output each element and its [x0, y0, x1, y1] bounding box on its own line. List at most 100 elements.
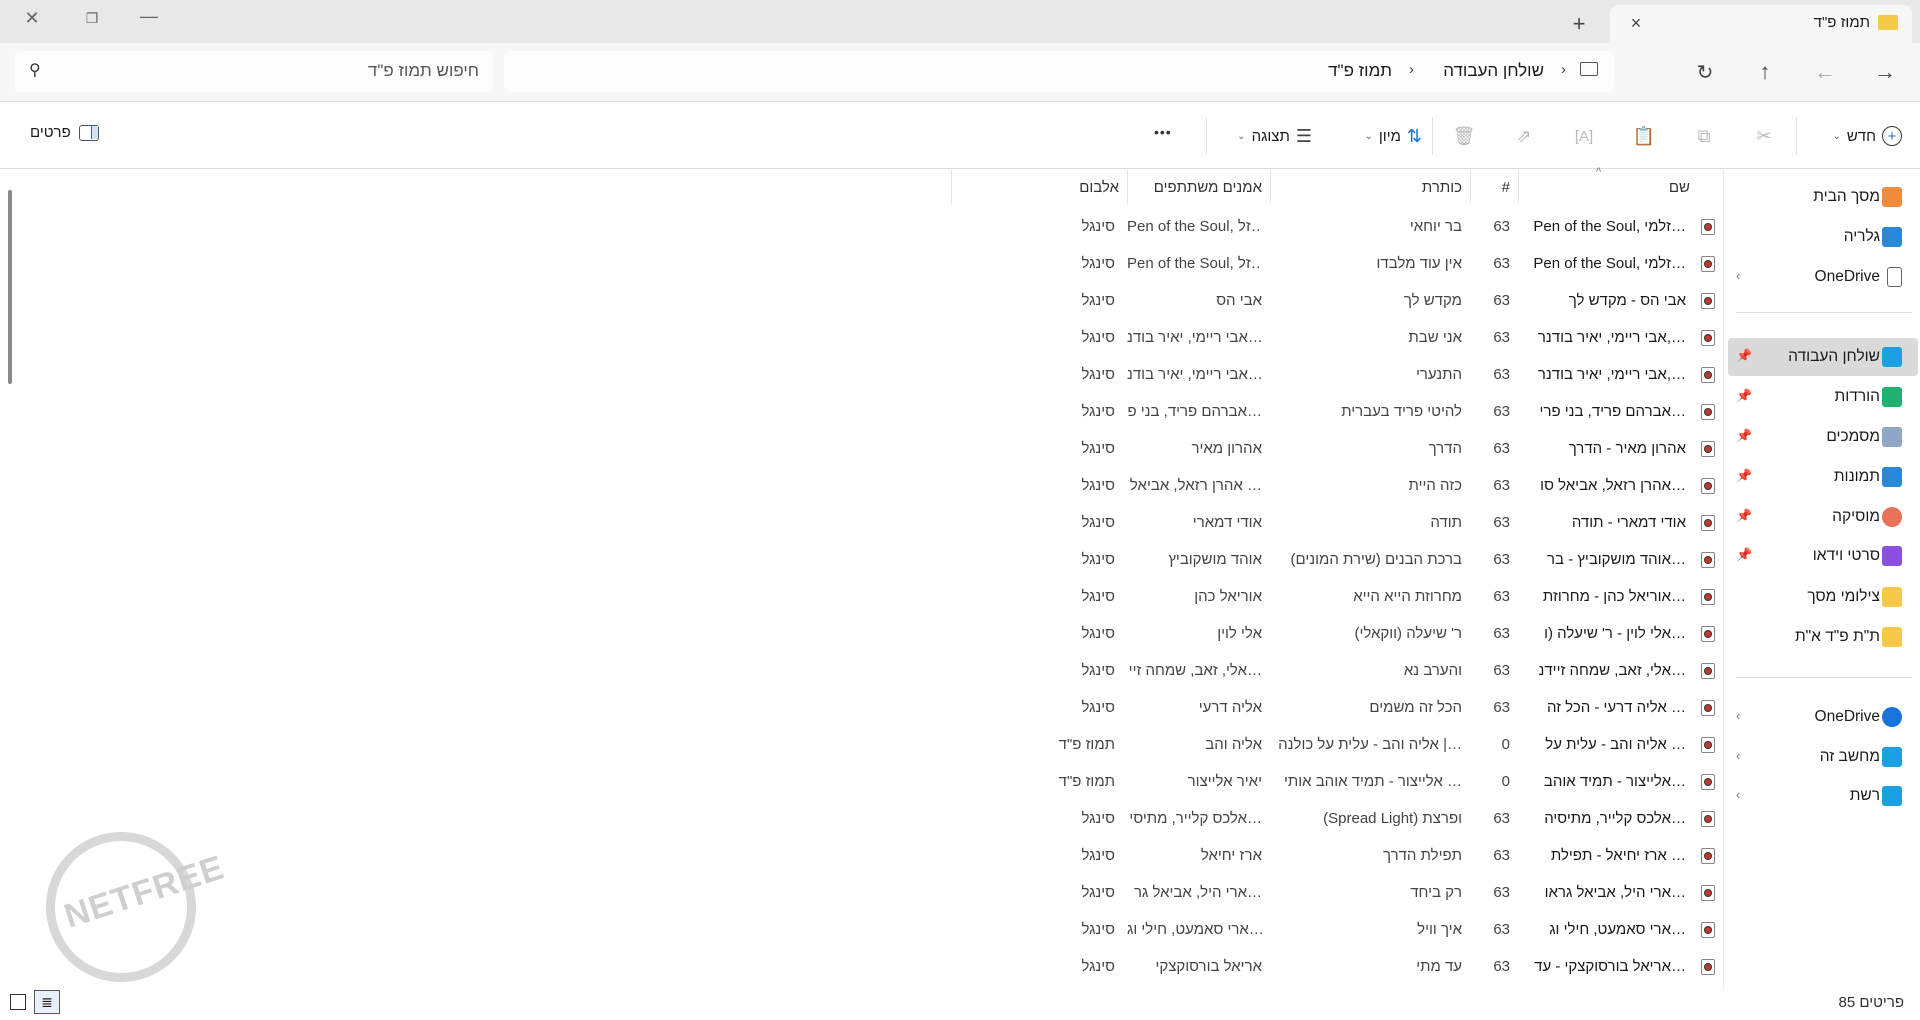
- table-row[interactable]: אברהם פריד, בני פרי… 63 להיטי פריד בעברית א…: [951, 393, 1721, 430]
- pin-icon[interactable]: 📌: [1736, 388, 1752, 404]
- table-row[interactable]: אוהד מושקוביץ - בר… 63 ברכת הבנים (שירת המ…: [951, 541, 1721, 578]
- column-header-name[interactable]: שם: [1518, 170, 1720, 204]
- sidebar-item[interactable]: מסמכים 📌: [1728, 418, 1918, 456]
- column-header-title[interactable]: כותרת: [1270, 170, 1470, 204]
- breadcrumb-item[interactable]: שולחן העבודה: [1443, 61, 1544, 81]
- file-icon: [1887, 267, 1902, 287]
- delete-icon[interactable]: 🗑: [1450, 122, 1478, 150]
- netfree-watermark-logo: NETFREE: [26, 812, 229, 1002]
- address-bar[interactable]: › שולחן העבודה › תמוז פ"ד: [504, 51, 1614, 92]
- table-row[interactable]: ארז יחיאל - תפילת … 63 תפילת הדרך ארז יחיאל…: [951, 837, 1721, 874]
- table-row[interactable]: Pen of the Soul, זלמי… 63 אין עוד מלבדו Pen…: [951, 245, 1721, 282]
- album-cell: סינגל: [1081, 366, 1115, 383]
- scrollbar-thumb[interactable]: [8, 190, 12, 384]
- audio-file-icon: [1701, 848, 1715, 864]
- status-bar: ≣ 85 פריטים: [0, 990, 1920, 1020]
- track-number-cell: 63: [1493, 847, 1510, 864]
- chevron-expand-icon[interactable]: ‹: [1736, 708, 1740, 723]
- minimize-window-button[interactable]: —: [131, 4, 167, 28]
- table-row[interactable]: אודי דמארי - תודה 63 תודה אודי דמארי סינגל: [951, 504, 1721, 541]
- sidebar-item[interactable]: סרטי וידאו 📌: [1728, 537, 1918, 575]
- table-row[interactable]: אלכס קלייר, מתיסיה… 63 (Spread Light) ופרצ…: [951, 800, 1721, 837]
- column-header-artists[interactable]: אמנים משתתפים: [1127, 170, 1270, 204]
- paste-icon[interactable]: 📋: [1630, 122, 1658, 150]
- copy-icon[interactable]: ⧉: [1690, 122, 1718, 150]
- sidebar-item[interactable]: רשת ‹: [1728, 777, 1918, 815]
- audio-file-icon: [1701, 515, 1715, 531]
- refresh-icon[interactable]: ↻: [1688, 55, 1722, 89]
- chevron-expand-icon[interactable]: ‹: [1736, 787, 1740, 802]
- name-cell: Pen of the Soul, זלמי…: [1533, 255, 1686, 272]
- divider: [1206, 117, 1207, 155]
- table-row[interactable]: ארי היל, אביאל גראו… 63 רק ביחד ארי היל, אב…: [951, 874, 1721, 911]
- sidebar-item[interactable]: מחשב זה ‹: [1728, 738, 1918, 776]
- table-row[interactable]: אבי הס - מקדש לך 63 מקדש לך אבי הס סינגל: [951, 282, 1721, 319]
- name-cell: אבי ריימי, יאיר בודנר,…: [1537, 366, 1686, 383]
- close-tab-button[interactable]: ×: [1624, 11, 1648, 35]
- back-arrow-icon[interactable]: ←: [1808, 55, 1842, 89]
- table-row[interactable]: אבי ריימי, יאיר בודנר,… 63 אני שבת אבי ריימ…: [951, 319, 1721, 356]
- sidebar-item[interactable]: שולחן העבודה 📌: [1728, 338, 1918, 376]
- pin-icon[interactable]: 📌: [1736, 547, 1752, 563]
- cut-icon[interactable]: ✂: [1750, 122, 1778, 150]
- sidebar-item[interactable]: מסך הבית: [1728, 178, 1918, 216]
- track-number-cell: 63: [1493, 255, 1510, 272]
- chevron-expand-icon[interactable]: ‹: [1736, 268, 1740, 283]
- album-cell: סינגל: [1081, 403, 1115, 420]
- sidebar-item[interactable]: הורדות 📌: [1728, 378, 1918, 416]
- column-header-number[interactable]: #: [1470, 170, 1518, 204]
- pin-icon[interactable]: 📌: [1736, 508, 1752, 524]
- table-row[interactable]: אהרון מאיר - הדרך 63 הדרך אהרון מאיר סינגל: [951, 430, 1721, 467]
- restore-window-button[interactable]: ❐: [74, 6, 110, 30]
- sidebar-item[interactable]: מוסיקה 📌: [1728, 498, 1918, 536]
- table-row[interactable]: אלי לוין - ר' שיעלה (ו… 63 ר' שיעלה (ווקאל…: [951, 615, 1721, 652]
- column-header-album[interactable]: אלבום: [951, 170, 1127, 204]
- table-row[interactable]: אריאל בורסוקצקי - עד… 63 עד מתי אריאל בורסו…: [951, 948, 1721, 985]
- chevron-expand-icon[interactable]: ‹: [1736, 748, 1740, 763]
- thumbnail-view-icon[interactable]: [10, 994, 26, 1010]
- details-view-icon[interactable]: ≣: [34, 990, 60, 1014]
- view-button[interactable]: ☰ תצוגה ⌄: [1218, 124, 1312, 148]
- search-input[interactable]: חיפוש תמוז פ"ד ⚲: [15, 51, 493, 92]
- sidebar-item[interactable]: צילומי מסך: [1728, 578, 1918, 616]
- divider: [1432, 117, 1433, 155]
- new-button[interactable]: + חדש ⌄: [1812, 124, 1902, 148]
- sidebar-item[interactable]: OneDrive ‹: [1728, 698, 1918, 736]
- breadcrumb-item[interactable]: תמוז פ"ד: [1328, 61, 1392, 81]
- sort-button[interactable]: ⇅ מיון ⌄: [1340, 124, 1422, 148]
- sidebar-item[interactable]: תמונות 📌: [1728, 458, 1918, 496]
- table-row[interactable]: אליה דרעי - הכל זה … 63 הכל זה משמים אליה ד…: [951, 689, 1721, 726]
- sidebar-item[interactable]: גלריה: [1728, 218, 1918, 256]
- artists-cell: אוריאל כהן: [1194, 588, 1262, 605]
- name-cell: אהרן רזאל, אביאל סו…: [1540, 477, 1686, 494]
- more-options-button[interactable]: •••: [1154, 124, 1172, 140]
- audio-file-icon: [1701, 922, 1715, 938]
- close-window-button[interactable]: ✕: [14, 6, 50, 30]
- track-number-cell: 63: [1493, 958, 1510, 975]
- forward-arrow-icon[interactable]: →: [1868, 55, 1902, 89]
- sidebar-item[interactable]: OneDrive ‹: [1728, 258, 1918, 296]
- artists-cell: אבי ריימי, יאיר בודנ…: [1127, 366, 1262, 383]
- share-icon[interactable]: ⇗: [1510, 122, 1538, 150]
- name-cell: אלייצור - תמיד אוהב…: [1543, 773, 1686, 790]
- table-row[interactable]: אלי, זאב, שמחה זיידנ… 63 והערב נא אלי, זאב,…: [951, 652, 1721, 689]
- table-row[interactable]: אלייצור - תמיד אוהב… 0 אלייצור - תמיד אוהב…: [951, 763, 1721, 800]
- table-row[interactable]: אוריאל כהן - מחרוזת… 63 מחרוזת הייא הייא או…: [951, 578, 1721, 615]
- table-row[interactable]: אבי ריימי, יאיר בודנר,… 63 התנערי אבי ריימי…: [951, 356, 1721, 393]
- pin-icon[interactable]: 📌: [1736, 428, 1752, 444]
- up-arrow-icon[interactable]: ↑: [1748, 55, 1782, 89]
- pin-icon[interactable]: 📌: [1736, 468, 1752, 484]
- pin-icon[interactable]: 📌: [1736, 348, 1752, 364]
- details-pane-button[interactable]: פרטים: [30, 124, 99, 141]
- table-row[interactable]: אהרן רזאל, אביאל סו… 63 כזה היית אהרן רזאל,…: [951, 467, 1721, 504]
- tab-current-folder[interactable]: × תמוז פ"ד: [1610, 5, 1912, 45]
- sidebar-item-label: מסך הבית: [1813, 188, 1880, 205]
- table-row[interactable]: אליה והב - עלית על … 0 אליה והב - עלית על …: [951, 726, 1721, 763]
- title-cell: והערב נא: [1403, 662, 1462, 679]
- rename-icon[interactable]: [A]: [1570, 122, 1598, 150]
- sidebar-item[interactable]: ת"ת פ"ד א"ת: [1728, 618, 1918, 656]
- table-row[interactable]: ארי סאמעט, חילי וג… 63 איך וויל ארי סאמעט, …: [951, 911, 1721, 948]
- table-row[interactable]: Pen of the Soul, זלמי… 63 בר יוחאי Pen of t…: [951, 208, 1721, 245]
- name-cell: אלי, זאב, שמחה זיידנ…: [1538, 662, 1686, 679]
- new-tab-button[interactable]: +: [1562, 10, 1596, 38]
